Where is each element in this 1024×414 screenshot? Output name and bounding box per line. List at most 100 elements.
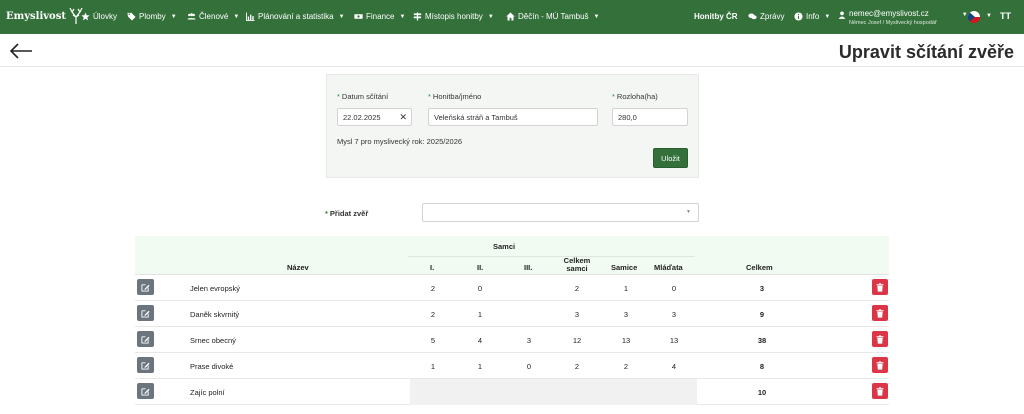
- nav-item-info[interactable]: Info ▼: [794, 12, 830, 21]
- row-samice: 1: [623, 284, 629, 293]
- user-menu[interactable]: nemec@emyslivost.cz Němec Josef / Mysliv…: [838, 9, 968, 27]
- delete-button[interactable]: [872, 279, 888, 295]
- trash-icon: [876, 386, 884, 396]
- row-mladata: 0: [671, 284, 677, 293]
- row-celkem: 10: [757, 388, 767, 397]
- chevron-down-icon: ▼: [399, 13, 406, 20]
- table-row: Zajíc polní 10: [135, 379, 889, 405]
- table-row: Srnec obecný 5 4 3 12 13 13 38: [135, 327, 889, 353]
- back-arrow-icon[interactable]: [8, 42, 34, 60]
- trash-icon: [876, 282, 884, 292]
- hunt-input[interactable]: Veleňská stráň a Tambuš: [428, 108, 598, 126]
- info-icon: [794, 12, 803, 21]
- date-label: * Datum sčítání: [337, 92, 389, 101]
- chevron-down-icon: ▼: [686, 209, 691, 215]
- row-celkem: 8: [759, 362, 765, 371]
- header-samice: Samice: [611, 263, 638, 272]
- chevron-down-icon: ▼: [593, 13, 600, 20]
- row-i: 2: [430, 284, 436, 293]
- star-icon: [81, 12, 90, 21]
- edit-button[interactable]: [137, 383, 154, 399]
- brand-name: Emyslivost: [6, 10, 66, 22]
- row-celkem-samci: 2: [574, 284, 580, 293]
- row-celkem: 3: [759, 284, 765, 293]
- table-row: Jelen evropský 2 0 2 1 0 3: [135, 275, 889, 301]
- user-email: nemec@emyslivost.cz: [849, 9, 929, 18]
- table-header: Název Samci I. II. III. Celkem samci Sam…: [135, 236, 889, 275]
- header-i: I.: [430, 263, 435, 272]
- delete-button[interactable]: [872, 357, 888, 373]
- chevron-down-icon: ▼: [233, 13, 240, 20]
- tag-icon: [127, 12, 136, 21]
- nav-item-clenove[interactable]: Členové ▼: [187, 12, 239, 21]
- header-iii: III.: [524, 263, 533, 272]
- chart-icon: [246, 12, 255, 21]
- save-button[interactable]: Uložit: [653, 148, 688, 168]
- area-input[interactable]: 280,0: [612, 108, 688, 126]
- trash-icon: [876, 334, 884, 344]
- header-samci: Samci: [493, 242, 516, 251]
- add-animal-select[interactable]: ▼: [422, 203, 699, 222]
- row-name: Daněk skvrnitý: [190, 310, 240, 319]
- hunt-label: * Honitba/jméno: [428, 92, 482, 101]
- header-nazev: Název: [287, 263, 309, 272]
- trash-icon: [876, 360, 884, 370]
- row-samice: 3: [623, 310, 629, 319]
- nav-item-mistopis[interactable]: Místopis honitby ▼: [413, 12, 494, 21]
- navbar: Emyslivost Úlovky Plomby ▼ Členové ▼ Pláno…: [0, 0, 1024, 34]
- delete-button[interactable]: [872, 383, 888, 399]
- comments-icon: [748, 13, 757, 20]
- nav-item-zpravy[interactable]: Zprávy: [748, 12, 784, 21]
- chevron-down-icon: ▼: [961, 12, 968, 18]
- brand-logo[interactable]: Emyslivost: [6, 7, 84, 25]
- nav-item-finance[interactable]: Finance ▼: [354, 12, 405, 21]
- edit-button[interactable]: [137, 305, 154, 321]
- edit-icon: [141, 361, 150, 370]
- edit-icon: [141, 309, 150, 318]
- census-form: * Datum sčítání 22.02.2025 ✕ * Honitba/jmé…: [326, 74, 699, 178]
- czech-flag-icon[interactable]: [968, 11, 980, 23]
- home-icon: [506, 12, 515, 21]
- chevron-down-icon: ▼: [487, 13, 494, 20]
- header-mladata: Mláďata: [654, 263, 683, 272]
- language-chevron-down-icon[interactable]: ▼: [986, 13, 992, 19]
- edit-button[interactable]: [137, 331, 154, 347]
- row-celkem: 38: [757, 336, 767, 345]
- row-celkem-samci: 3: [574, 310, 580, 319]
- row-name: Prase divoké: [190, 362, 234, 371]
- nav-item-planovani[interactable]: Plánování a statistika ▼: [246, 12, 345, 21]
- row-iii: 0: [526, 362, 532, 371]
- census-table: Název Samci I. II. III. Celkem samci Sam…: [135, 236, 889, 405]
- area-label: * Rozloha(ha): [612, 92, 658, 101]
- clear-icon[interactable]: ✕: [399, 112, 407, 123]
- users-icon: [187, 13, 196, 20]
- row-mladata: 3: [671, 310, 677, 319]
- edit-icon: [141, 335, 150, 344]
- edit-icon: [141, 283, 150, 292]
- row-name: Srnec obecný: [190, 336, 236, 345]
- nav-item-honitby-cr[interactable]: Honitby ČR: [694, 12, 738, 21]
- delete-button[interactable]: [872, 305, 888, 321]
- row-celkem-samci: 2: [574, 362, 580, 371]
- row-name: Zajíc polní: [190, 388, 225, 397]
- row-celkem: 9: [759, 310, 765, 319]
- row-ii: 1: [477, 362, 483, 371]
- row-ii: 1: [477, 310, 483, 319]
- trash-icon: [876, 308, 884, 318]
- date-input[interactable]: 22.02.2025 ✕: [337, 108, 412, 126]
- user-icon: [838, 11, 846, 19]
- nav-item-plomby[interactable]: Plomby ▼: [127, 12, 177, 21]
- header-celkem-samci: Celkem samci: [563, 256, 591, 273]
- table-row: Prase divoké 1 1 0 2 2 4 8: [135, 353, 889, 379]
- nav-item-ulovky[interactable]: Úlovky: [81, 12, 117, 21]
- row-iii: 3: [526, 336, 532, 345]
- mysl7-info: Mysl 7 pro myslivecký rok: 2025/2026: [337, 137, 463, 146]
- add-animal-label: * Přidat zvěř: [325, 209, 369, 218]
- row-i: 2: [430, 310, 436, 319]
- delete-button[interactable]: [872, 331, 888, 347]
- edit-button[interactable]: [137, 279, 154, 295]
- edit-button[interactable]: [137, 357, 154, 373]
- nav-item-honitba[interactable]: Děčín - MÚ Tambuš ▼: [506, 12, 600, 21]
- text-size-button[interactable]: TT: [1000, 11, 1011, 21]
- edit-icon: [141, 387, 150, 396]
